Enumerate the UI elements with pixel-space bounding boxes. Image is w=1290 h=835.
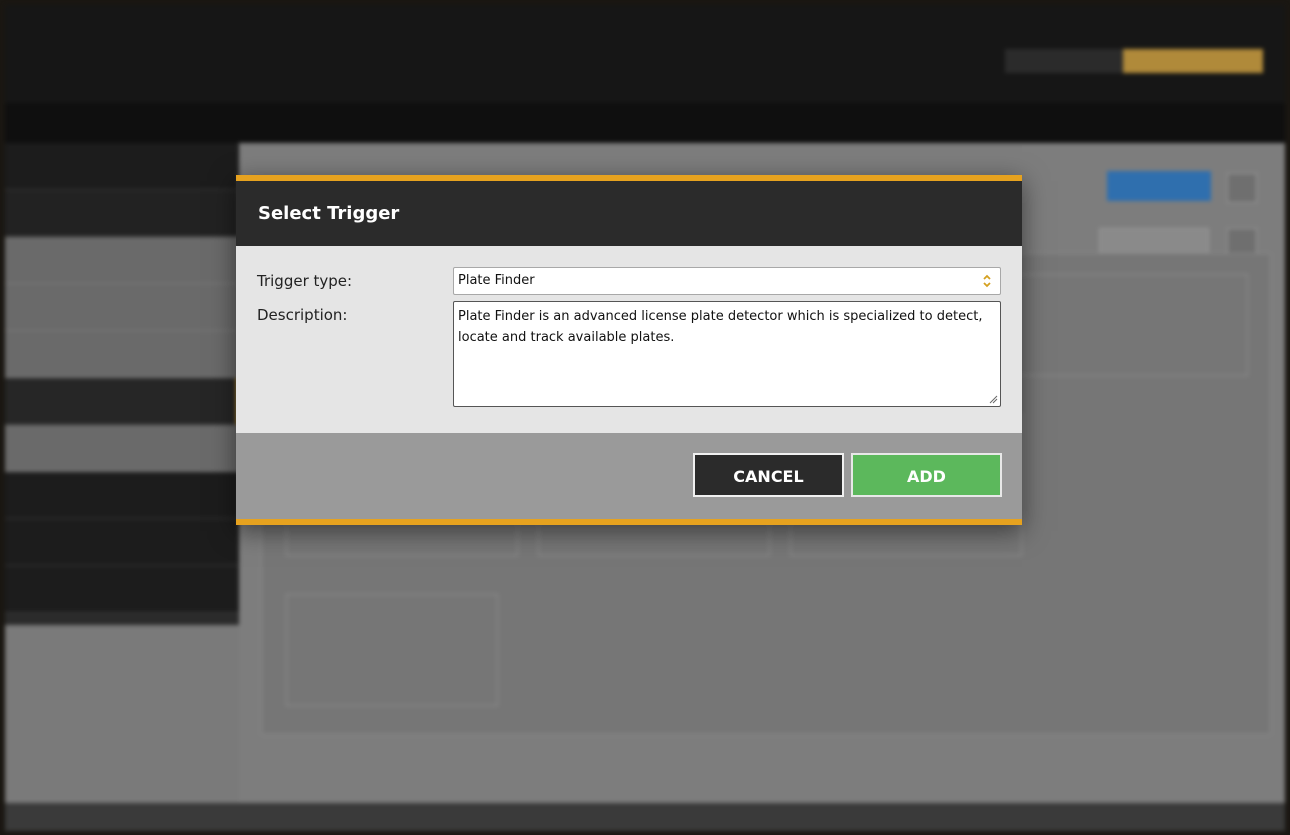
description-textarea[interactable]: Plate Finder is an advanced license plat… — [453, 301, 1001, 407]
sidebar-item — [5, 190, 239, 237]
background-select — [1099, 228, 1209, 256]
description-text: Plate Finder is an advanced license plat… — [458, 309, 983, 345]
sidebar-item — [5, 472, 239, 519]
background-box — [286, 594, 498, 706]
sidebar-item — [5, 237, 239, 284]
dialog-title: Select Trigger — [258, 203, 400, 224]
dialog-footer: CANCEL ADD — [236, 433, 1022, 519]
footer-bar — [5, 803, 1285, 831]
sidebar-item — [5, 331, 239, 378]
background-square-button — [1227, 173, 1257, 203]
sidebar-item — [5, 425, 239, 472]
dialog-body: Trigger type: Plate Finder Description: … — [236, 246, 1022, 433]
breadcrumb-bar — [5, 103, 1285, 143]
top-header-bar — [5, 5, 1285, 103]
add-button[interactable]: ADD — [851, 453, 1002, 497]
brand-logo — [1005, 49, 1263, 73]
trigger-type-value: Plate Finder — [458, 273, 535, 288]
brand-logo-right — [1123, 49, 1263, 73]
sidebar-item — [5, 284, 239, 331]
trigger-type-label: Trigger type: — [257, 272, 353, 290]
cancel-button[interactable]: CANCEL — [693, 453, 844, 497]
brand-logo-left — [1005, 49, 1123, 73]
sidebar-item — [5, 566, 239, 613]
background-primary-button — [1107, 171, 1211, 201]
sidebar-item — [5, 519, 239, 566]
sidebar-item — [5, 378, 239, 425]
trigger-type-select[interactable]: Plate Finder — [453, 267, 1001, 295]
select-trigger-dialog: Select Trigger Trigger type: Plate Finde… — [236, 175, 1022, 525]
description-label: Description: — [257, 306, 348, 324]
sidebar-item — [5, 143, 239, 190]
sidebar-menu — [5, 143, 239, 625]
dialog-header: Select Trigger — [236, 181, 1022, 246]
resize-grip-icon[interactable] — [988, 394, 998, 404]
updown-chevron-icon — [983, 274, 991, 288]
